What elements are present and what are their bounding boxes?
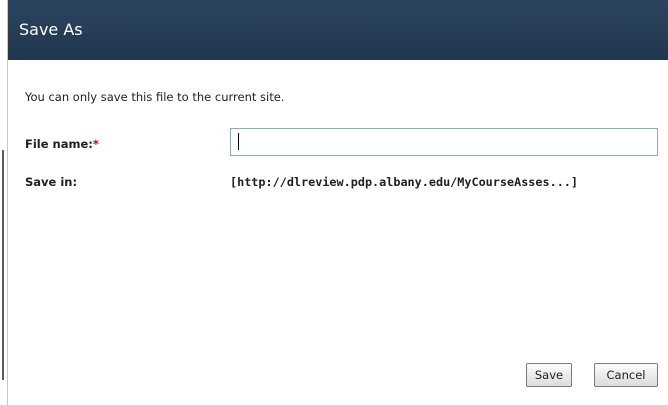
cancel-button[interactable]: Cancel	[594, 363, 658, 387]
dialog-titlebar: Save As	[8, 0, 668, 60]
file-name-label-row: File name:*	[25, 137, 99, 151]
save-in-location: [http://dlreview.pdp.albany.edu/MyCourse…	[230, 175, 579, 189]
save-in-label: Save in:	[25, 175, 78, 189]
file-name-label: File name:	[25, 137, 93, 151]
dialog-title: Save As	[19, 20, 83, 39]
intro-text: You can only save this file to the curre…	[25, 90, 285, 104]
save-button[interactable]: Save	[526, 363, 572, 387]
required-marker: *	[92, 137, 99, 151]
file-name-input[interactable]	[230, 128, 658, 156]
save-as-dialog: Save As You can only save this file to t…	[0, 0, 668, 405]
text-caret	[238, 133, 239, 150]
window-left-edge	[0, 0, 8, 405]
dialog-body: You can only save this file to the curre…	[8, 60, 668, 405]
